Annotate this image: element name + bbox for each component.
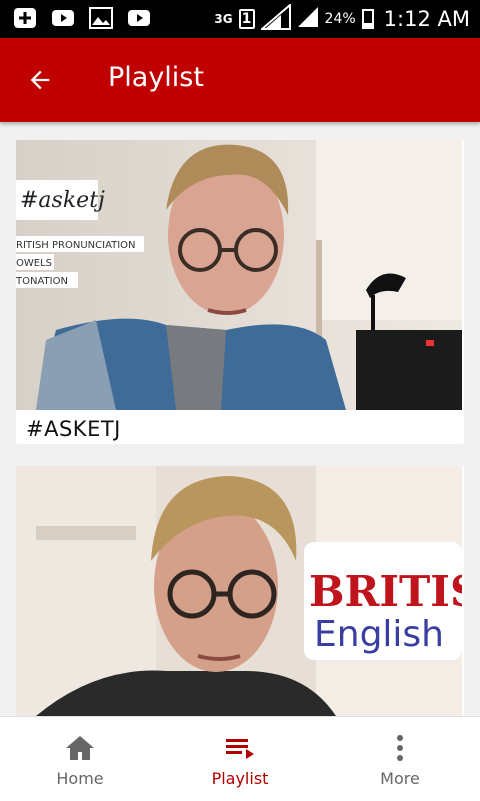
nav-playlist[interactable]: Playlist: [160, 717, 320, 801]
thumbnail-line: OWELS: [16, 258, 52, 269]
signal-icon: [258, 2, 291, 34]
nav-label: More: [380, 769, 420, 788]
bottom-nav: Home Playlist More: [0, 716, 480, 801]
more-vert-icon: [382, 733, 418, 763]
thumbnail-caption: BRITISH: [309, 567, 462, 616]
battery-percent: 24%: [324, 11, 356, 27]
arrow-back-icon: [30, 70, 50, 90]
nav-home[interactable]: Home: [0, 717, 160, 801]
nav-more[interactable]: More: [320, 717, 480, 801]
youtube-icon: [126, 7, 152, 29]
playlist-thumbnail[interactable]: #asketj RITISH PRONUNCIATION OWELS TONAT…: [16, 140, 462, 410]
playlist-list: #asketj RITISH PRONUNCIATION OWELS TONAT…: [0, 122, 480, 716]
playlist-card[interactable]: BRITISH English: [16, 466, 464, 716]
network-type: 3G: [214, 12, 233, 26]
gallery-icon: [88, 7, 114, 29]
battery-icon: [361, 9, 374, 29]
playlist-thumbnail[interactable]: BRITISH English: [16, 466, 462, 716]
playlist-title[interactable]: #ASKETJ: [26, 417, 121, 441]
clock: 1:12 AM: [383, 7, 470, 31]
nav-label: Playlist: [211, 769, 269, 788]
notification-icons: [12, 7, 152, 29]
signal-icon: [297, 6, 319, 32]
youtube-icon: [50, 7, 76, 29]
status-indicators: 3G 1 24% 1:12 AM: [214, 2, 470, 34]
playlist-card[interactable]: #asketj RITISH PRONUNCIATION OWELS TONAT…: [16, 140, 464, 444]
sim-slot: 1: [238, 9, 255, 29]
thumbnail-caption: English: [314, 614, 444, 655]
back-button[interactable]: [20, 60, 60, 100]
playlist-icon: [222, 733, 258, 763]
nav-label: Home: [56, 769, 104, 788]
page-title: Playlist: [108, 62, 204, 93]
thumbnail-caption: #asketj: [20, 188, 105, 213]
thumbnail-line: TONATION: [16, 276, 68, 287]
home-icon: [62, 733, 98, 763]
app-bar: Playlist: [0, 38, 480, 122]
whatsapp-icon: [12, 7, 38, 29]
status-bar: 3G 1 24% 1:12 AM: [0, 0, 480, 38]
thumbnail-line: RITISH PRONUNCIATION: [16, 240, 136, 251]
